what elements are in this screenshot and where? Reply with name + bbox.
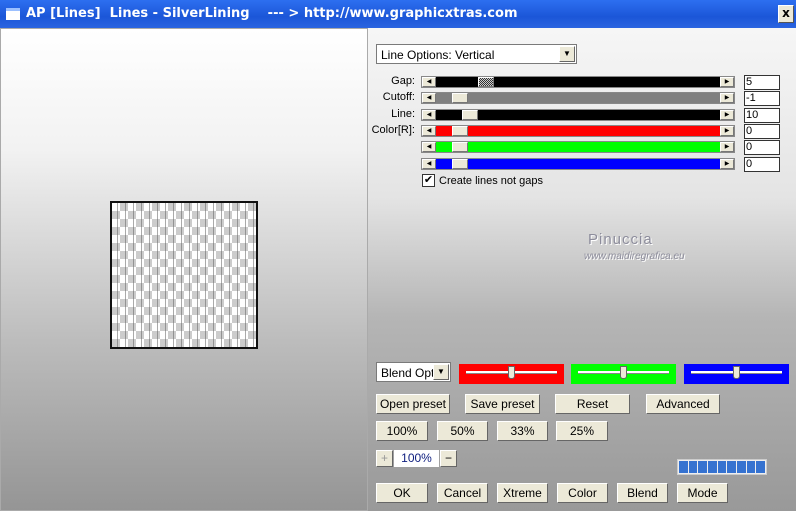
blend-options-select[interactable]: Blend Optio ▼ — [376, 362, 451, 382]
ok-button[interactable]: OK — [376, 483, 428, 503]
arrow-right-icon[interactable]: ▶ — [720, 142, 734, 153]
slider-label: Color[R]: — [371, 123, 415, 136]
preview-image[interactable] — [110, 201, 258, 349]
slider-label: Line: — [391, 107, 415, 120]
line-options-select[interactable]: Line Options: Vertical ▼ — [376, 44, 577, 64]
slider-fill — [436, 93, 720, 104]
progress-indicator — [677, 459, 767, 475]
slider-track[interactable]: ◀ ▶ — [421, 76, 735, 88]
arrow-right-icon[interactable]: ▶ — [720, 93, 734, 104]
arrow-left-icon[interactable]: ◀ — [422, 93, 436, 104]
chevron-down-icon[interactable]: ▼ — [559, 46, 575, 62]
progress-block — [698, 461, 708, 473]
slider-value-input[interactable]: -1 — [744, 91, 780, 107]
create-lines-label: Create lines not gaps — [439, 175, 543, 187]
slider-thumb[interactable] — [732, 366, 740, 379]
save-preset-button[interactable]: Save preset — [465, 394, 540, 414]
reset-button[interactable]: Reset — [555, 394, 630, 414]
blend-color-slider[interactable] — [684, 364, 789, 384]
slider-thumb[interactable] — [507, 366, 515, 379]
window-icon — [6, 8, 20, 20]
blend-color-slider[interactable] — [459, 364, 564, 384]
line-options-value: Line Options: Vertical — [381, 48, 495, 62]
slider-fill — [436, 109, 720, 120]
blend-button[interactable]: Blend — [617, 483, 668, 503]
zoom-input[interactable]: 100% — [394, 450, 439, 467]
slider-thumb[interactable] — [452, 142, 468, 153]
slider-thumb[interactable] — [478, 77, 494, 87]
slider-label: Cutoff: — [382, 91, 415, 104]
arrow-right-icon[interactable]: ▶ — [720, 158, 734, 169]
progress-block — [727, 461, 737, 473]
mode-button[interactable]: Mode — [677, 483, 728, 503]
slider-fill — [436, 142, 720, 153]
progress-block — [746, 461, 756, 473]
progress-block — [717, 461, 727, 473]
zoom-33-button[interactable]: 33% — [497, 421, 548, 441]
progress-block — [756, 461, 766, 473]
arrow-left-icon[interactable]: ◀ — [422, 77, 436, 87]
zoom-50-button[interactable]: 50% — [437, 421, 488, 441]
slider-value-input[interactable]: 0 — [744, 140, 780, 156]
close-button[interactable]: x — [778, 5, 794, 23]
arrow-left-icon[interactable]: ◀ — [422, 142, 436, 153]
slider-thumb[interactable] — [619, 366, 627, 379]
arrow-left-icon[interactable]: ◀ — [422, 109, 436, 120]
title-bar: AP [Lines] Lines - SilverLining --- > ht… — [0, 0, 796, 28]
arrow-left-icon[interactable]: ◀ — [422, 125, 436, 136]
progress-block — [708, 461, 717, 473]
progress-block — [679, 461, 688, 473]
zoom-in-button[interactable]: + — [376, 450, 393, 467]
slider-label: Gap: — [391, 75, 415, 87]
xtreme-button[interactable]: Xtreme — [497, 483, 548, 503]
zoom-100-button[interactable]: 100% — [376, 421, 428, 441]
create-lines-checkbox[interactable]: ✔ — [422, 174, 435, 187]
arrow-left-icon[interactable]: ◀ — [422, 158, 436, 169]
zoom-out-button[interactable]: − — [440, 450, 457, 467]
blend-color-slider[interactable] — [571, 364, 676, 384]
slider-fill — [436, 125, 720, 136]
slider-value-input[interactable]: 5 — [744, 75, 780, 90]
slider-thumb[interactable] — [462, 109, 478, 120]
chevron-down-icon[interactable]: ▼ — [433, 364, 449, 380]
slider-fill — [436, 158, 720, 169]
slider-thumb[interactable] — [452, 158, 468, 169]
open-preset-button[interactable]: Open preset — [376, 394, 450, 414]
slider-thumb[interactable] — [452, 93, 468, 104]
slider-track[interactable]: ◀ ▶ — [421, 157, 735, 170]
slider-track[interactable]: ◀ ▶ — [421, 141, 735, 154]
slider-track[interactable]: ◀ ▶ — [421, 92, 735, 105]
cancel-button[interactable]: Cancel — [437, 483, 488, 503]
watermark-url: www.maidiregrafica.eu — [584, 251, 685, 262]
arrow-right-icon[interactable]: ▶ — [720, 109, 734, 120]
arrow-right-icon[interactable]: ▶ — [720, 125, 734, 136]
slider-value-input[interactable]: 0 — [744, 123, 780, 139]
progress-block — [688, 461, 698, 473]
advanced-button[interactable]: Advanced — [646, 394, 720, 414]
slider-value-input[interactable]: 0 — [744, 156, 780, 172]
slider-track[interactable]: ◀ ▶ — [421, 124, 735, 137]
zoom-25-button[interactable]: 25% — [556, 421, 608, 441]
watermark-name: Pinuccia — [588, 231, 653, 248]
window-title: AP [Lines] Lines - SilverLining --- > ht… — [26, 6, 518, 21]
progress-block — [737, 461, 746, 473]
slider-value-input[interactable]: 10 — [744, 107, 780, 123]
slider-thumb[interactable] — [452, 125, 468, 136]
arrow-right-icon[interactable]: ▶ — [720, 77, 734, 87]
color-button[interactable]: Color — [557, 483, 608, 503]
slider-track[interactable]: ◀ ▶ — [421, 108, 735, 121]
